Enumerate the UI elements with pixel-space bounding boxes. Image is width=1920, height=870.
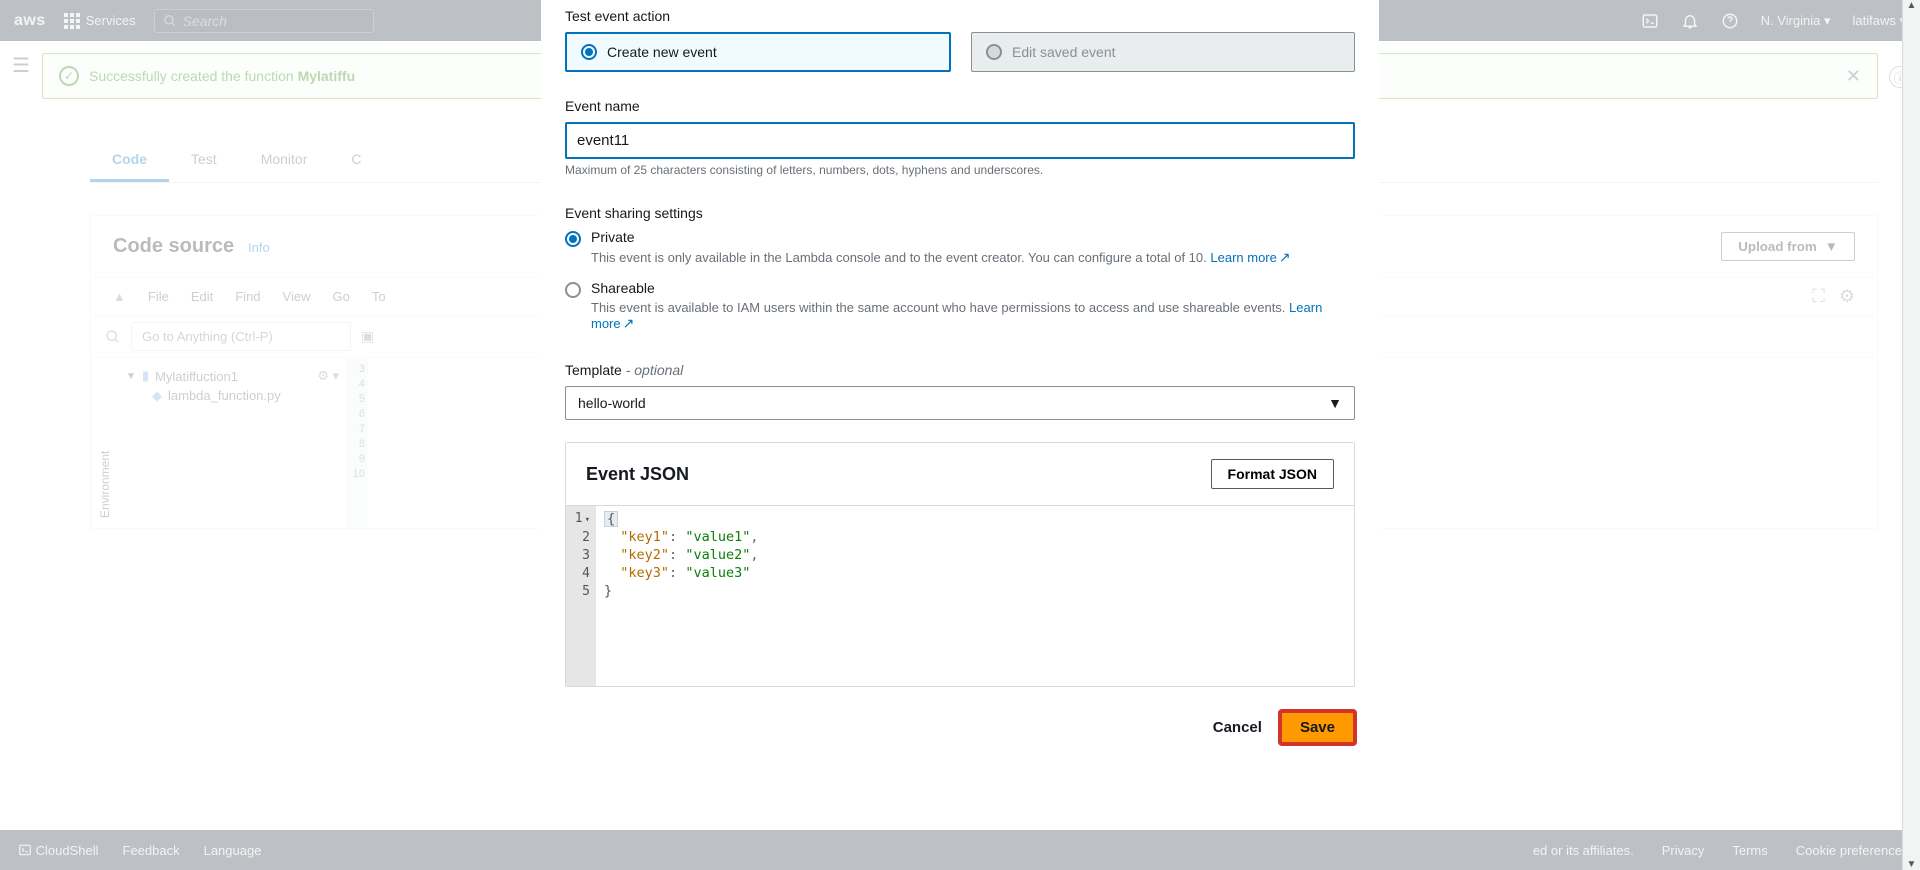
radio-shareable-desc: This event is available to IAM users wit… — [591, 300, 1355, 332]
scrollbar-thumb[interactable] — [1906, 380, 1918, 490]
radio-private-title: Private — [591, 229, 1291, 245]
scroll-down-icon[interactable]: ▼ — [1907, 859, 1917, 870]
radio-shareable-title: Shareable — [591, 280, 1355, 296]
template-select[interactable]: hello-world ▼ — [565, 386, 1355, 420]
json-line-gutter: 1▾2345 — [566, 506, 596, 686]
template-value: hello-world — [578, 395, 646, 411]
json-editor[interactable]: 1▾2345 { "key1": "value1", "key2": "valu… — [566, 506, 1354, 686]
radio-label: Edit saved event — [1012, 44, 1116, 60]
test-event-action-label: Test event action — [565, 8, 1355, 24]
radio-dot-icon — [986, 44, 1002, 60]
scroll-up-icon[interactable]: ▲ — [1907, 0, 1917, 11]
event-json-panel: Event JSON Format JSON 1▾2345 { "key1": … — [565, 442, 1355, 687]
external-link-icon: ↗ — [1279, 249, 1291, 266]
learn-more-link[interactable]: Learn more↗ — [1210, 250, 1290, 265]
configure-test-event-modal: Test event action Create new event Edit … — [541, 0, 1379, 764]
cancel-button[interactable]: Cancel — [1213, 719, 1262, 736]
radio-shareable[interactable]: Shareable This event is available to IAM… — [565, 280, 1355, 332]
caret-down-icon: ▼ — [1328, 395, 1342, 411]
radio-dot-icon — [565, 231, 581, 247]
external-link-icon: ↗ — [623, 315, 635, 332]
vertical-scrollbar[interactable]: ▲ ▼ — [1902, 0, 1920, 870]
event-name-input[interactable] — [565, 122, 1355, 159]
radio-edit-saved-event: Edit saved event — [971, 32, 1355, 72]
format-json-button[interactable]: Format JSON — [1211, 459, 1334, 489]
template-label: Template - optional — [565, 362, 1355, 378]
radio-label: Create new event — [607, 44, 717, 60]
radio-dot-icon — [565, 282, 581, 298]
save-button[interactable]: Save — [1280, 711, 1355, 744]
json-code-area[interactable]: { "key1": "value1", "key2": "value2", "k… — [596, 506, 1354, 686]
event-json-title: Event JSON — [586, 464, 689, 485]
radio-private[interactable]: Private This event is only available in … — [565, 229, 1355, 266]
event-name-label: Event name — [565, 98, 1355, 114]
event-sharing-label: Event sharing settings — [565, 205, 1355, 221]
radio-create-new-event[interactable]: Create new event — [565, 32, 951, 72]
radio-private-desc: This event is only available in the Lamb… — [591, 249, 1291, 266]
event-name-helper: Maximum of 25 characters consisting of l… — [565, 163, 1355, 177]
radio-dot-icon — [581, 44, 597, 60]
